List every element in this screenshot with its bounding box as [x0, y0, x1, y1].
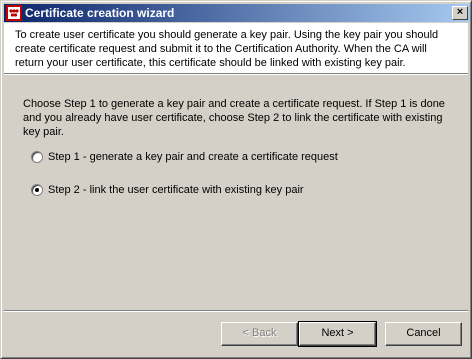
header-divider [4, 73, 468, 75]
wizard-window: Certificate creation wizard × To create … [0, 0, 472, 359]
wizard-header: To create user certificate you should ge… [4, 23, 468, 73]
close-icon: × [456, 6, 464, 18]
back-button[interactable]: < Back [221, 322, 298, 346]
step2-label[interactable]: Step 2 - link the user certificate with … [48, 184, 304, 196]
window-title: Certificate creation wizard [25, 6, 175, 20]
close-button[interactable]: × [452, 6, 468, 20]
radio-selected-dot [35, 188, 39, 192]
header-description: To create user certificate you should ge… [15, 29, 439, 69]
footer-divider [4, 310, 468, 312]
instructions-text: Choose Step 1 to generate a key pair and… [23, 98, 445, 138]
step2-radio[interactable] [31, 184, 43, 196]
title-bar[interactable]: Certificate creation wizard × [4, 4, 470, 22]
step1-radio[interactable] [31, 151, 43, 163]
next-button[interactable]: Next > [298, 321, 377, 347]
step1-label[interactable]: Step 1 - generate a key pair and create … [48, 151, 338, 163]
certificate-app-icon [6, 5, 22, 21]
cancel-button[interactable]: Cancel [385, 322, 462, 346]
